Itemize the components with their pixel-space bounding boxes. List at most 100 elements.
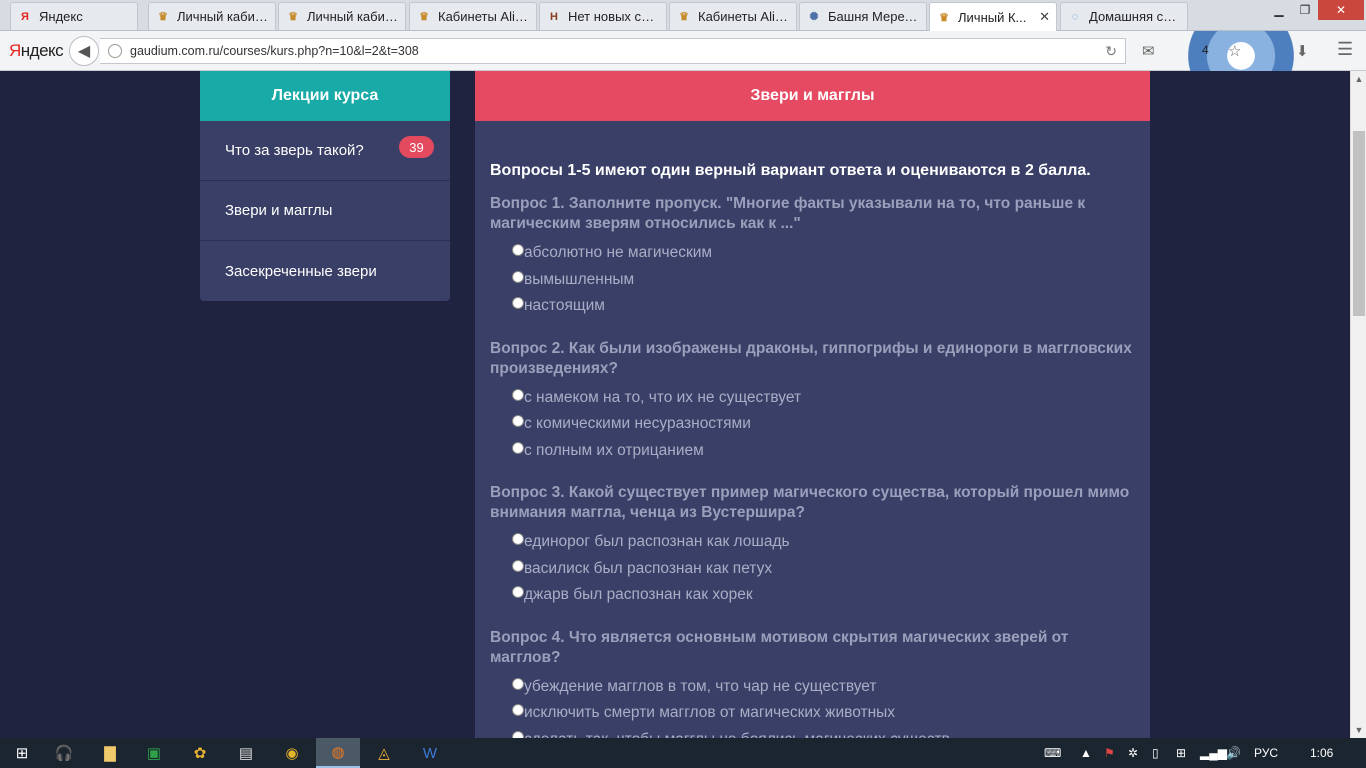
taskbar-app-chrome[interactable]: ◉ (270, 738, 314, 768)
signal-icon[interactable]: ▂▄▆ (1200, 738, 1227, 768)
yandex-logo[interactable]: Яндекс (9, 41, 64, 61)
tray-expand-icon[interactable]: ▲ (1080, 738, 1092, 768)
reload-icon[interactable]: ↻ (1105, 43, 1117, 60)
question-title: Вопрос 2. Как были изображены драконы, г… (490, 339, 1132, 377)
browser-tab[interactable]: Я Яндекс (10, 2, 138, 30)
answer-option[interactable]: исключить смерти магглов от магических ж… (490, 700, 1135, 727)
scroll-down-icon[interactable]: ▼ (1351, 722, 1366, 738)
answer-label: с полным их отрицанием (524, 441, 704, 459)
volume-icon[interactable]: 🔊 (1226, 738, 1241, 768)
tab-label: Личный кабин... (177, 9, 269, 24)
answer-radio[interactable] (512, 730, 524, 738)
answer-option[interactable]: вымышленным (490, 267, 1135, 294)
answer-radio[interactable] (512, 677, 524, 690)
windows-icon: ⊞ (15, 745, 29, 762)
lecture-item-1[interactable]: Что за зверь такой? 39 (200, 121, 450, 181)
answer-radio[interactable] (512, 704, 524, 717)
answer-radio[interactable] (512, 441, 524, 454)
menu-icon[interactable]: ☰ (1337, 39, 1353, 60)
tower-icon: ✺ (809, 11, 819, 23)
maximize-button[interactable]: ❐ (1290, 0, 1320, 20)
taskbar-app-picasa[interactable]: ✿ (178, 738, 222, 768)
start-button[interactable]: ⊞ (0, 738, 44, 768)
answer-option[interactable]: джарв был распознан как хорек (490, 582, 1135, 609)
lecture-item-2[interactable]: Звери и магглы (200, 181, 450, 241)
question-title: Вопрос 4. Что является основным мотивом … (490, 628, 1069, 666)
bookmark-star-icon[interactable]: ☆ (1228, 42, 1241, 60)
answer-option[interactable]: абсолютно не магическим (490, 240, 1135, 267)
site-info-icon[interactable] (108, 44, 122, 58)
lecture-label: Звери и магглы (225, 202, 333, 219)
taskbar-app-music[interactable]: 🎧 (42, 738, 86, 768)
address-bar[interactable]: gaudium.com.ru/courses/kurs.php?n=10&l=2… (100, 38, 1126, 64)
browser-tab[interactable]: ♛ Личный кабин... (148, 2, 276, 30)
loading-icon: ◌ (1071, 10, 1079, 23)
browser-tab[interactable]: ♛ Личный К... ✕ (929, 2, 1057, 31)
tab-label: Яндекс (39, 9, 83, 24)
keyboard-icon[interactable]: ⌨ (1044, 738, 1061, 768)
triangle-player-icon: ◬ (378, 745, 390, 762)
vertical-scrollbar[interactable]: ▲ ▼ (1350, 71, 1366, 738)
answer-label: настоящим (524, 297, 605, 315)
taskbar-app-word[interactable]: W (408, 738, 452, 768)
lecture-item-3[interactable]: Засекреченные звери (200, 241, 450, 301)
phone-icon[interactable]: ▯ (1152, 738, 1159, 768)
download-icon[interactable]: ⬇ (1296, 42, 1309, 60)
answer-option[interactable]: убеждение магглов в том, что чар не суще… (490, 674, 1135, 701)
question-block: Вопрос 4. Что является основным мотивом … (490, 628, 1135, 738)
browser-tab[interactable]: ♛ Кабинеты Alic... (409, 2, 537, 30)
answer-label: с комическими несуразностями (524, 415, 751, 433)
tab-close-icon[interactable]: ✕ (1039, 9, 1050, 25)
windows-update-icon[interactable]: ⊞ (1176, 738, 1186, 768)
chrome-icon: ◉ (285, 745, 299, 762)
tab-label: Нет новых соо... (568, 9, 660, 24)
answer-radio[interactable] (512, 244, 524, 257)
taskbar-app-viewer[interactable]: ▤ (224, 738, 268, 768)
pinwheel-icon: ✿ (193, 745, 207, 762)
lecture-label: Засекреченные звери (225, 262, 377, 280)
answer-radio[interactable] (512, 297, 524, 310)
taskbar-app-excel[interactable]: ▣ (132, 738, 176, 768)
back-button[interactable]: ◀ (69, 36, 99, 66)
answer-radio[interactable] (512, 388, 524, 401)
mail-icon[interactable]: ✉ (1142, 42, 1155, 60)
notification-count[interactable]: 4 (1202, 43, 1209, 57)
firefox-icon: ◍ (331, 744, 345, 761)
scroll-thumb[interactable] (1353, 131, 1365, 316)
answer-option[interactable]: единорог был распознан как лошадь (490, 529, 1135, 556)
answer-radio[interactable] (512, 533, 524, 546)
answer-option[interactable]: настоящим (490, 293, 1135, 320)
answer-option[interactable]: василиск был распознан как петух (490, 556, 1135, 583)
answer-option[interactable]: с намеком на то, что их не существует (490, 385, 1135, 412)
tab-label: Башня Меред... (828, 9, 920, 24)
taskbar-app-explorer[interactable]: ▇ (88, 738, 132, 768)
taskbar-app-aimp[interactable]: ◬ (362, 738, 406, 768)
answer-radio[interactable] (512, 270, 524, 283)
headphones-icon: 🎧 (54, 745, 74, 762)
network-warning-icon[interactable]: ⚑ (1104, 738, 1115, 768)
browser-tab[interactable]: H Нет новых соо... (539, 2, 667, 30)
tab-label: Личный К... (958, 9, 1027, 25)
clock[interactable]: 1:06 (1310, 738, 1333, 768)
answer-option[interactable]: с комическими несуразностями (490, 411, 1135, 438)
browser-tab[interactable]: ♛ Личный кабин... (278, 2, 406, 30)
tab-label: Домашняя стр... (1089, 9, 1181, 24)
browser-tab[interactable]: ◌ Домашняя стр... (1060, 2, 1188, 30)
browser-tab[interactable]: ✺ Башня Меред... (799, 2, 927, 30)
browser-tab[interactable]: ♛ Кабинеты Alic... (669, 2, 797, 30)
spreadsheet-icon: ▣ (146, 745, 162, 762)
answer-radio[interactable] (512, 415, 524, 428)
question-title: Вопрос 3. Какой существует пример магиче… (490, 484, 1130, 521)
answer-option[interactable]: с полным их отрицанием (490, 438, 1135, 465)
tab-label: Личный кабин... (307, 9, 399, 24)
window-close-button[interactable]: ✕ (1318, 0, 1364, 20)
scroll-up-icon[interactable]: ▲ (1351, 71, 1366, 87)
answer-radio[interactable] (512, 586, 524, 599)
lectures-sidebar: Лекции курса Что за зверь такой? 39 Звер… (200, 71, 450, 301)
taskbar-app-firefox[interactable]: ◍ (316, 738, 360, 768)
antivirus-icon[interactable]: ✲ (1128, 738, 1138, 768)
language-indicator[interactable]: РУС (1254, 738, 1278, 768)
answer-radio[interactable] (512, 559, 524, 572)
question-block: Вопрос 1. Заполните пропуск. "Многие фак… (490, 194, 1135, 320)
answer-option[interactable]: сделать так, чтобы магглы не боялись маг… (490, 727, 1135, 738)
